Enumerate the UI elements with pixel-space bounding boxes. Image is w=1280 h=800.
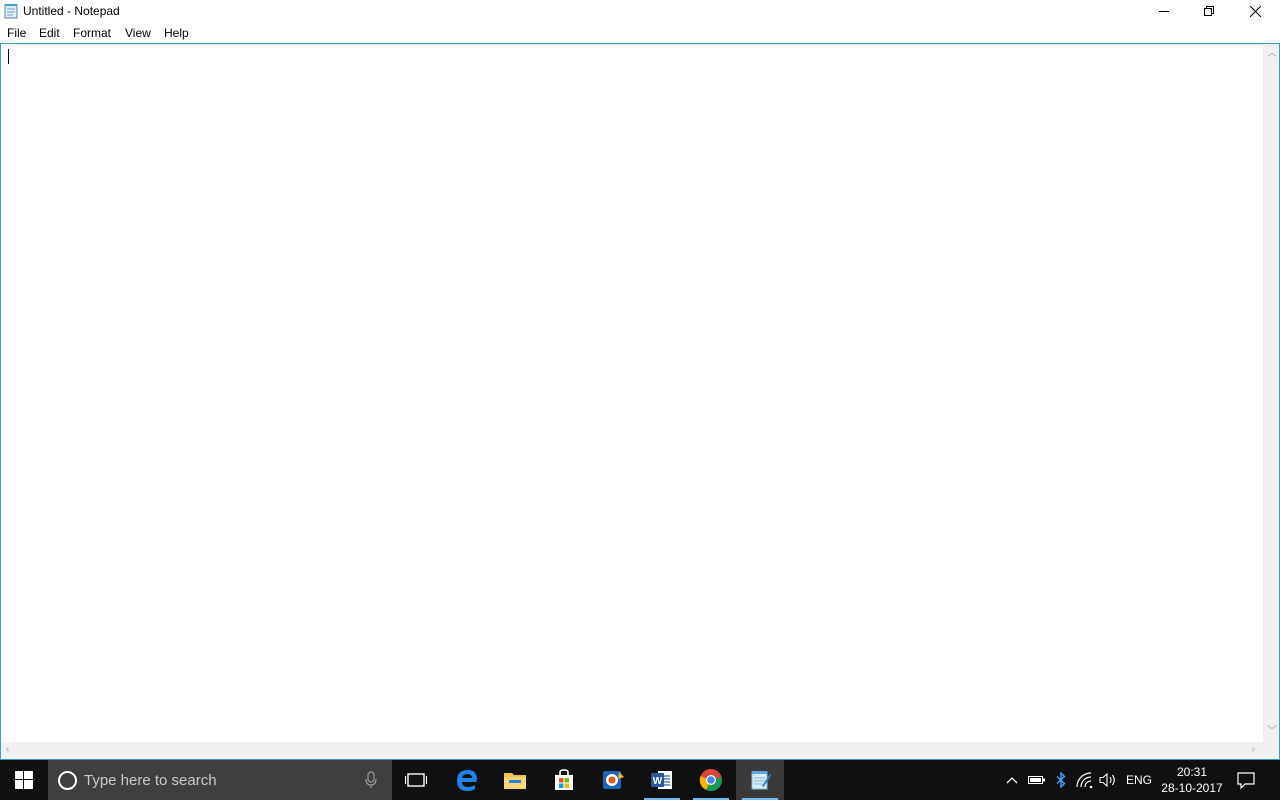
photos-icon xyxy=(603,771,624,789)
scroll-up-icon[interactable]: ︿ xyxy=(1267,49,1277,59)
edge-icon xyxy=(457,770,477,791)
scrollbar-corner xyxy=(1263,742,1279,759)
taskbar-chrome[interactable] xyxy=(687,760,735,800)
task-view-button[interactable] xyxy=(392,760,440,800)
close-icon xyxy=(1249,5,1261,17)
menu-bar: File Edit Format View Help xyxy=(0,22,1280,43)
cortana-icon xyxy=(58,771,77,790)
network-icon[interactable] xyxy=(1076,770,1094,790)
taskbar-notepad[interactable] xyxy=(736,760,784,800)
action-center-icon[interactable] xyxy=(1236,770,1256,795)
clock-time: 20:31 xyxy=(1176,765,1208,779)
taskbar-photos[interactable] xyxy=(589,760,637,800)
taskbar-edge[interactable] xyxy=(443,760,491,800)
word-icon: W xyxy=(651,771,672,789)
vertical-scrollbar[interactable]: ︿ ﹀ xyxy=(1263,44,1279,742)
scroll-right-icon[interactable]: › xyxy=(1252,745,1255,755)
search-box[interactable]: Type here to search xyxy=(48,760,392,800)
bluetooth-icon[interactable] xyxy=(1052,770,1070,790)
volume-icon[interactable] xyxy=(1099,770,1117,790)
close-button[interactable] xyxy=(1232,0,1278,22)
taskbar-store[interactable] xyxy=(540,760,588,800)
horizontal-scrollbar[interactable]: ‹ › xyxy=(1,742,1263,759)
store-icon xyxy=(555,769,573,790)
svg-text:W: W xyxy=(653,776,663,787)
battery-icon[interactable] xyxy=(1028,770,1046,790)
minimize-button[interactable] xyxy=(1141,0,1187,22)
restore-button[interactable] xyxy=(1186,0,1232,22)
menu-format[interactable]: Format xyxy=(73,26,111,40)
text-editor[interactable]: ︿ ﹀ ‹ › xyxy=(0,43,1280,760)
restore-icon xyxy=(1204,6,1214,16)
clock-date: 28-10-2017 xyxy=(1161,781,1223,795)
search-placeholder: Type here to search xyxy=(84,772,217,789)
menu-file[interactable]: File xyxy=(7,26,26,40)
windows-icon xyxy=(15,771,33,789)
task-view-icon xyxy=(405,773,427,787)
language-indicator[interactable]: ENG xyxy=(1126,773,1152,787)
show-hidden-icons-icon[interactable] xyxy=(1003,770,1021,790)
menu-help[interactable]: Help xyxy=(164,26,189,40)
taskbar: Type here to search W ENG 20:31 28-10-20… xyxy=(0,760,1280,800)
start-button[interactable] xyxy=(0,760,48,800)
microphone-icon[interactable] xyxy=(364,771,378,794)
taskbar-word[interactable]: W xyxy=(638,760,686,800)
text-caret xyxy=(8,49,9,64)
notepad-icon xyxy=(751,771,772,790)
taskbar-file-explorer[interactable] xyxy=(491,760,539,800)
title-bar[interactable]: Untitled - Notepad xyxy=(0,0,1280,22)
clock[interactable]: 20:31 28-10-2017 xyxy=(1158,764,1226,796)
folder-icon xyxy=(504,773,526,789)
chrome-icon xyxy=(699,768,722,792)
minimize-icon xyxy=(1159,11,1169,12)
menu-edit[interactable]: Edit xyxy=(39,26,60,40)
window-title: Untitled - Notepad xyxy=(23,4,120,18)
scroll-down-icon[interactable]: ﹀ xyxy=(1267,727,1277,737)
menu-view[interactable]: View xyxy=(125,26,151,40)
scroll-left-icon[interactable]: ‹ xyxy=(6,745,9,755)
notepad-icon xyxy=(4,3,19,19)
